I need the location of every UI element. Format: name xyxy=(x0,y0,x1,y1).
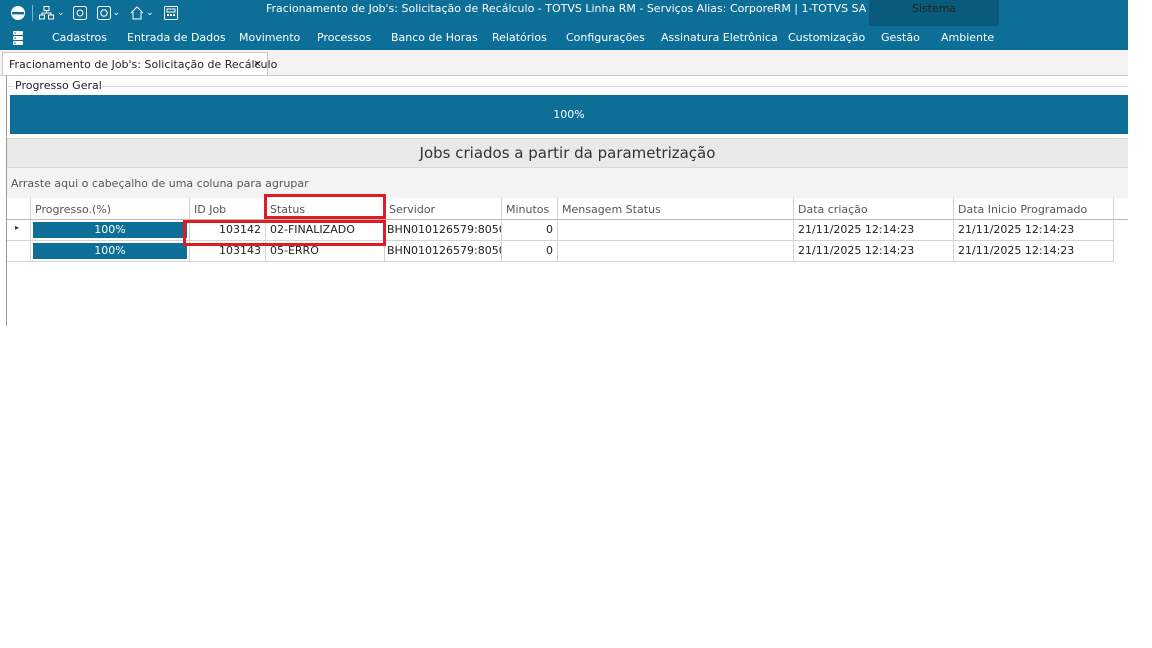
menu-relatorios[interactable]: Relatórios xyxy=(492,26,547,50)
view-icon[interactable] xyxy=(72,3,87,23)
cell-data-inicio: 21/11/2025 12:14:23 xyxy=(954,220,1114,241)
menu-entrada-de-dados[interactable]: Entrada de Dados xyxy=(127,26,226,50)
header-label: Progresso.(%) xyxy=(35,203,112,216)
cell-servidor: BHN010126579:8050 xyxy=(385,241,502,262)
header-filler xyxy=(1114,198,1128,220)
cell-minutos: 0 xyxy=(502,220,558,241)
group-box-line xyxy=(8,86,1128,87)
cell-text: 21/11/2025 12:14:23 xyxy=(798,244,915,257)
app-window: ⌄ ⌄ ⌄ Fracionamento de Job's: Solicitaçã… xyxy=(0,0,1128,326)
cell-id-job: 103142 xyxy=(190,220,266,241)
header-progresso[interactable]: Progresso.(%) xyxy=(31,198,190,220)
header-label: Data Inicio Programado xyxy=(958,203,1088,216)
cell-progresso: 100% xyxy=(31,241,190,262)
table-row[interactable]: 100% 103143 05-ERRO BHN010126579:8050 0 … xyxy=(7,241,1114,262)
header-label: Status xyxy=(270,203,306,216)
header-servidor[interactable]: Servidor xyxy=(385,198,502,220)
progress-group-legend: Progresso Geral xyxy=(14,79,103,92)
menu-movimento[interactable]: Movimento xyxy=(239,26,300,50)
cell-text: BHN010126579:8050 xyxy=(387,223,502,236)
header-label: ID Job xyxy=(194,203,227,216)
menu-ambiente[interactable]: Ambiente xyxy=(941,26,994,50)
menu-customizacao[interactable]: Customização xyxy=(788,26,865,50)
chevron-down-icon[interactable]: ⌄ xyxy=(113,3,121,23)
database-menu-icon[interactable] xyxy=(12,30,24,46)
ribbon-tab-sistema-label: Sistema xyxy=(911,2,957,15)
header-label: Mensagem Status xyxy=(562,203,661,216)
window-title: Fracionamento de Job's: Solicitação de R… xyxy=(266,2,867,15)
cell-text: 21/11/2025 12:14:23 xyxy=(958,223,1075,236)
grid-title: Jobs criados a partir da parametrização xyxy=(7,138,1128,168)
header-minutos[interactable]: Minutos xyxy=(502,198,558,220)
overall-progress-text: 100% xyxy=(553,108,585,121)
group-by-panel[interactable]: Arraste aqui o cabeçalho de uma coluna p… xyxy=(7,168,1128,199)
calculator-icon[interactable] xyxy=(163,3,178,23)
header-status[interactable]: Status xyxy=(266,198,385,220)
table-row[interactable]: ▸ 100% 103142 02-FINALIZADO BHN010126579… xyxy=(7,220,1114,241)
quick-access-toolbar: ⌄ ⌄ ⌄ xyxy=(0,0,178,26)
menu-gestao[interactable]: Gestão xyxy=(881,26,920,50)
row-progress-text: 100% xyxy=(94,223,126,236)
header-indicator xyxy=(7,198,31,220)
cell-mensagem-status xyxy=(558,241,794,262)
cell-data-criacao: 21/11/2025 12:14:23 xyxy=(794,241,954,262)
menu-cadastros[interactable]: Cadastros xyxy=(52,26,107,50)
totvs-logo-icon[interactable] xyxy=(10,3,26,23)
menu-processos[interactable]: Processos xyxy=(317,26,371,50)
cell-text: 103143 xyxy=(219,244,261,257)
row-selected-arrow-icon: ▸ xyxy=(15,223,20,232)
cell-text: 05-ERRO xyxy=(270,244,319,257)
cell-text: 103142 xyxy=(219,223,261,236)
document-tab-strip: Fracionamento de Job's: Solicitação de R… xyxy=(0,50,1128,76)
cell-text: 02-FINALIZADO xyxy=(270,223,355,236)
refresh-icon[interactable] xyxy=(96,3,111,23)
header-id-job[interactable]: ID Job xyxy=(190,198,266,220)
header-data-inicio[interactable]: Data Inicio Programado xyxy=(954,198,1114,220)
header-data-criacao[interactable]: Data criação xyxy=(794,198,954,220)
cell-progresso: 100% xyxy=(31,220,190,241)
menu-banco-de-horas[interactable]: Banco de Horas xyxy=(391,26,478,50)
menu-configuracoes[interactable]: Configurações xyxy=(566,26,645,50)
cell-minutos: 0 xyxy=(502,241,558,262)
cell-status: 02-FINALIZADO xyxy=(266,220,385,241)
home-icon[interactable] xyxy=(130,3,144,23)
close-icon[interactable]: × xyxy=(253,57,262,70)
toolbar-separator xyxy=(32,5,33,21)
row-progress-text: 100% xyxy=(94,244,126,257)
cell-servidor: BHN010126579:8050 xyxy=(385,220,502,241)
cell-text: 21/11/2025 12:14:23 xyxy=(798,223,915,236)
header-mensagem-status[interactable]: Mensagem Status xyxy=(558,198,794,220)
header-label: Servidor xyxy=(389,203,436,216)
content-area: Progresso Geral 100% Jobs criados a part… xyxy=(0,76,1128,326)
row-indicator: ▸ xyxy=(7,220,31,241)
group-by-hint: Arraste aqui o cabeçalho de uma coluna p… xyxy=(11,177,309,190)
cell-text: 0 xyxy=(546,223,553,236)
cell-text: 0 xyxy=(546,244,553,257)
menu-assinatura-eletronica[interactable]: Assinatura Eletrônica xyxy=(661,26,778,50)
chevron-down-icon[interactable]: ⌄ xyxy=(57,3,65,23)
cell-status: 05-ERRO xyxy=(266,241,385,262)
header-label: Data criação xyxy=(798,203,868,216)
cell-mensagem-status xyxy=(558,220,794,241)
overall-progress-bar: 100% xyxy=(10,95,1128,134)
row-indicator xyxy=(7,241,31,262)
cell-data-inicio: 21/11/2025 12:14:23 xyxy=(954,241,1114,262)
header-label: Minutos xyxy=(506,203,550,216)
hierarchy-icon[interactable] xyxy=(39,3,55,23)
menu-bar: Cadastros Entrada de Dados Movimento Pro… xyxy=(0,26,1128,50)
tab-fracionamento-jobs[interactable]: Fracionamento de Job's: Solicitação de R… xyxy=(2,52,277,75)
chevron-down-icon[interactable]: ⌄ xyxy=(146,3,154,23)
cell-id-job: 103143 xyxy=(190,241,266,262)
cell-text: 21/11/2025 12:14:23 xyxy=(958,244,1075,257)
tab-label: Fracionamento de Job's: Solicitação de R… xyxy=(9,58,278,71)
cell-text: BHN010126579:8050 xyxy=(387,244,502,257)
cell-data-criacao: 21/11/2025 12:14:23 xyxy=(794,220,954,241)
